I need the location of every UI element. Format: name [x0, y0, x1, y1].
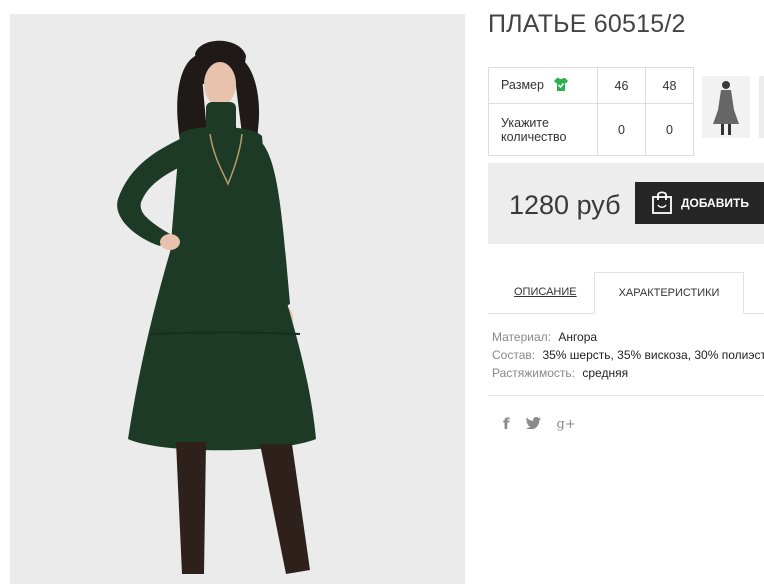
- property-value: 35% шерсть, 35% вискоза, 30% полиэстер: [542, 348, 764, 362]
- quantity-input-48[interactable]: 0: [645, 103, 694, 156]
- price-box: 1280 руб ДОБАВИТЬ: [488, 163, 764, 244]
- product-thumbnail-next[interactable]: [759, 76, 764, 138]
- product-thumbnail[interactable]: [702, 76, 750, 138]
- twitter-icon[interactable]: [525, 416, 541, 432]
- size-label-cell: Размер: [488, 67, 598, 104]
- property-key: Состав:: [492, 348, 536, 362]
- size-label: Размер: [501, 77, 544, 92]
- shopping-bag-icon: [651, 190, 673, 217]
- product-title: ПЛАТЬЕ 60515/2: [488, 10, 686, 38]
- size-option-46[interactable]: 46: [597, 67, 646, 104]
- quantity-label-line1: Укажите: [501, 115, 549, 130]
- product-tabs: ОПИСАНИЕ ХАРАКТЕРИСТИКИ: [488, 272, 764, 314]
- property-value: средняя: [582, 366, 629, 380]
- social-share-bar: f g+: [503, 415, 576, 433]
- quantity-label-line2: количество: [501, 129, 567, 144]
- tab-characteristics[interactable]: ХАРАКТЕРИСТИКИ: [594, 272, 744, 314]
- size-option-48[interactable]: 48: [645, 67, 694, 104]
- add-to-cart-label: ДОБАВИТЬ: [681, 196, 749, 210]
- property-key: Растяжимость:: [492, 366, 576, 380]
- facebook-icon[interactable]: f: [503, 415, 510, 433]
- product-main-image[interactable]: [10, 14, 465, 584]
- google-plus-icon[interactable]: g+: [557, 417, 576, 432]
- model-illustration: [117, 40, 316, 574]
- tab-description[interactable]: ОПИСАНИЕ: [514, 286, 577, 298]
- section-divider: [488, 395, 764, 396]
- property-value: Ангора: [558, 330, 598, 344]
- size-chart-icon[interactable]: [553, 77, 569, 95]
- add-to-cart-button[interactable]: ДОБАВИТЬ: [635, 182, 764, 224]
- size-row: Размер 46 48: [488, 67, 694, 104]
- property-key: Материал:: [492, 330, 551, 344]
- product-price: 1280 руб: [509, 190, 621, 220]
- quantity-label-cell: Укажите количество: [488, 103, 598, 156]
- characteristics-list: Материал: Ангора Состав: 35% шерсть, 35%…: [492, 328, 764, 382]
- quantity-row: Укажите количество 0 0: [488, 103, 694, 156]
- property-composition: Состав: 35% шерсть, 35% вискоза, 30% пол…: [492, 346, 764, 364]
- thumbnail-model-image: [713, 81, 739, 135]
- quantity-input-46[interactable]: 0: [597, 103, 646, 156]
- size-quantity-table: Размер 46 48 Укажите количество 0 0: [488, 67, 694, 156]
- property-stretch: Растяжимость: средняя: [492, 364, 764, 382]
- property-material: Материал: Ангора: [492, 328, 764, 346]
